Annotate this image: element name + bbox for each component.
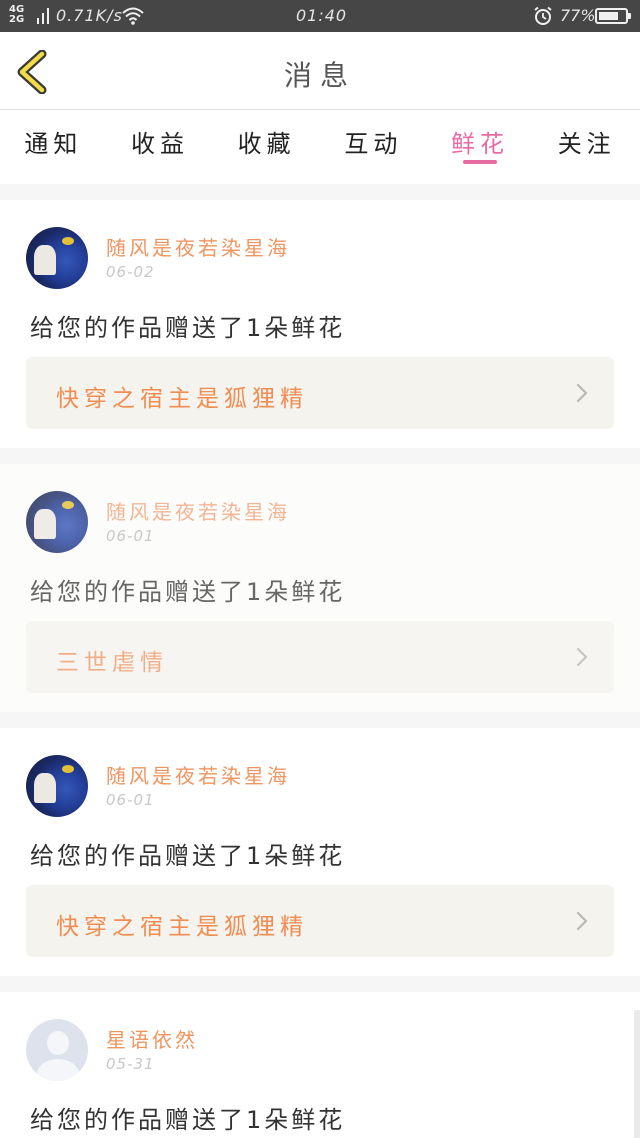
tab-favorites[interactable]: 收藏: [213, 110, 320, 184]
avatar[interactable]: [26, 227, 88, 289]
network-type: 4G 2G: [9, 5, 24, 25]
tab-label: 互动: [344, 130, 403, 158]
active-tab-indicator: [463, 160, 498, 164]
chevron-right-icon: [576, 383, 588, 403]
status-bar: 4G 2G 0.71K/s 01:40 77%: [0, 0, 640, 32]
scrollbar[interactable]: [634, 1010, 640, 1138]
tab-notifications[interactable]: 通知: [0, 110, 107, 184]
battery-level: [599, 12, 618, 20]
tab-label: 鲜花: [451, 130, 510, 158]
network-type-bottom: 2G: [9, 14, 25, 25]
tab-bar: 通知 收益 收藏 互动 鲜花 关注: [0, 110, 640, 184]
sender-name[interactable]: 随风是夜若染星海: [106, 760, 290, 789]
battery-percent: 77%: [560, 6, 596, 25]
clock: 01:40: [296, 6, 348, 25]
tab-following[interactable]: 关注: [533, 110, 640, 184]
message-card[interactable]: 随风是夜若染星海 06-01 给您的作品赠送了1朵鲜花 快穿之宿主是狐狸精: [0, 728, 640, 976]
message-date: 06-01: [106, 791, 155, 809]
tab-label: 关注: [557, 130, 616, 158]
message-date: 06-01: [106, 527, 155, 545]
tab-label: 通知: [24, 130, 83, 158]
page-title: 消息: [283, 59, 356, 92]
message-text: 给您的作品赠送了1朵鲜花: [30, 578, 346, 606]
work-link[interactable]: 快穿之宿主是狐狸精: [26, 885, 614, 957]
message-card[interactable]: 星语依然 05-31 给您的作品赠送了1朵鲜花: [0, 992, 640, 1138]
tab-label: 收益: [131, 130, 189, 158]
tab-interactions[interactable]: 互动: [320, 110, 427, 184]
tab-label: 收藏: [237, 130, 296, 158]
message-text: 给您的作品赠送了1朵鲜花: [30, 314, 346, 342]
default-avatar-icon[interactable]: [26, 1019, 88, 1081]
sender-name[interactable]: 随风是夜若染星海: [106, 232, 290, 261]
work-title: 快穿之宿主是狐狸精: [56, 386, 308, 412]
chevron-right-icon: [576, 911, 588, 931]
message-card[interactable]: 随风是夜若染星海 06-02 给您的作品赠送了1朵鲜花 快穿之宿主是狐狸精: [0, 200, 640, 448]
chevron-right-icon: [576, 647, 588, 667]
avatar[interactable]: [26, 755, 88, 817]
battery-icon: [595, 8, 631, 24]
work-title: 三世虐情: [56, 650, 168, 676]
work-link[interactable]: 快穿之宿主是狐狸精: [26, 357, 614, 429]
message-date: 05-31: [106, 1055, 155, 1073]
network-speed: 0.71K/s: [56, 6, 123, 25]
avatar[interactable]: [26, 491, 88, 553]
tab-earnings[interactable]: 收益: [107, 110, 214, 184]
work-link[interactable]: 三世虐情: [26, 621, 614, 693]
alarm-icon: [534, 6, 552, 25]
work-title: 快穿之宿主是狐狸精: [56, 914, 308, 940]
wifi-icon: [122, 7, 144, 25]
tab-flowers[interactable]: 鲜花: [427, 110, 534, 184]
message-date: 06-02: [106, 263, 155, 281]
header: 消息: [0, 32, 640, 110]
sender-name[interactable]: 星语依然: [106, 1024, 198, 1053]
message-text: 给您的作品赠送了1朵鲜花: [30, 842, 346, 870]
message-text: 给您的作品赠送了1朵鲜花: [30, 1106, 346, 1134]
message-card[interactable]: 随风是夜若染星海 06-01 给您的作品赠送了1朵鲜花 三世虐情: [0, 464, 640, 712]
signal-icon: [37, 7, 49, 24]
sender-name[interactable]: 随风是夜若染星海: [106, 496, 290, 525]
